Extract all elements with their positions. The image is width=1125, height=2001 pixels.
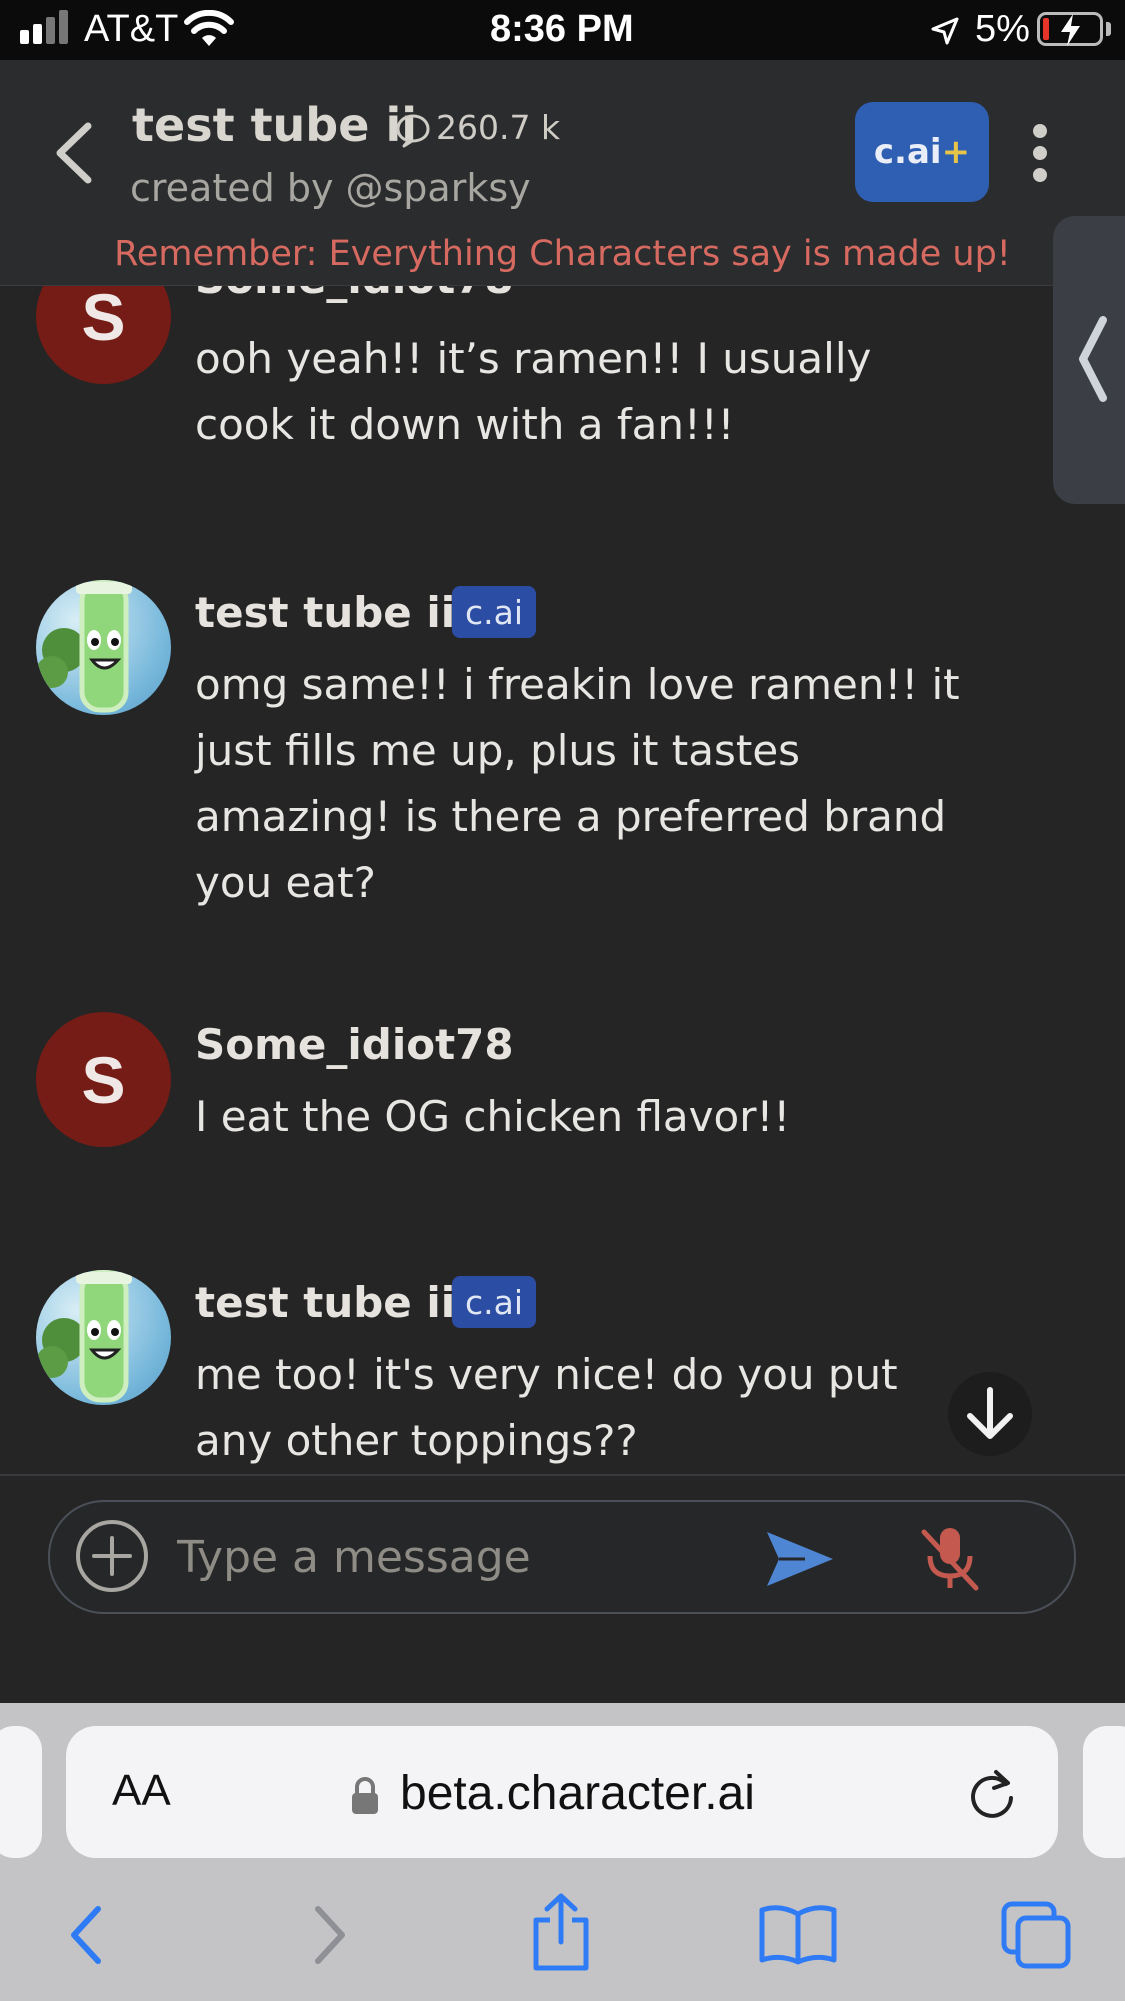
character-avatar[interactable] [36,1270,171,1405]
reload-icon[interactable] [966,1766,1018,1822]
message-input[interactable] [175,1526,739,1588]
chat-messages: S Some_idiot78 ooh yeah!! it’s ramen!! I… [0,286,1125,1474]
status-bar: AT&T 8:36 PM 5% [0,0,1125,60]
previous-tab-card[interactable] [0,1726,42,1858]
wifi-icon [184,10,234,46]
microphone-off-icon[interactable] [918,1524,982,1594]
character-avatar[interactable] [36,580,171,715]
cai-plus-button[interactable]: c.ai + [855,102,989,202]
arrow-down-icon [967,1387,1013,1439]
message-text: me too! it's very nice! do you put any o… [195,1350,898,1465]
back-chevron-icon[interactable] [52,120,96,186]
message-text: omg same!! i freakin love ramen!! it jus… [195,660,960,907]
location-arrow-icon [931,17,959,45]
battery-icon [1037,12,1103,46]
share-icon[interactable] [530,1892,592,1972]
message-text: I eat the OG chicken flavor!! [195,1092,791,1141]
chevron-left-icon [1079,316,1107,402]
bookmarks-icon[interactable] [758,1904,838,1966]
bot-badge: c.ai [452,586,536,638]
message-author: Some_idiot78 [195,1020,514,1069]
lock-icon [352,1777,378,1814]
message: S Some_idiot78 I eat the OG chicken flav… [0,1012,1125,1172]
cellular-signal-icon [20,0,80,60]
composer-divider [0,1474,1125,1476]
battery-percent: 5% [975,8,1030,50]
url-text[interactable]: beta.character.ai [400,1766,755,1821]
cai-plus-label: c.ai [873,132,942,172]
chat-header: test tube ii 260.7 k created by @sparksy… [0,60,1125,286]
chat-bubble-icon [396,114,430,148]
clock: 8:36 PM [490,8,634,50]
message: test tube ii c.ai omg same!! i freakin l… [0,580,1125,910]
interaction-count: 260.7 k [436,108,561,147]
send-icon[interactable] [765,1530,835,1588]
user-avatar[interactable]: S [36,1012,171,1147]
bot-badge: c.ai [452,1276,536,1328]
message: test tube ii c.ai me too! it's very nice… [0,1270,1125,1474]
message: S Some_idiot78 ooh yeah!! it’s ramen!! I… [0,286,1125,500]
add-attachment-icon[interactable] [74,1518,150,1594]
user-avatar[interactable]: S [36,286,171,384]
side-drawer-tab[interactable] [1053,216,1125,504]
browser-forward-icon [315,1906,345,1964]
message-author: test tube ii [195,1278,456,1327]
scroll-to-bottom-button[interactable] [948,1372,1032,1456]
disclaimer-banner: Remember: Everything Characters say is m… [114,234,1011,274]
message-author: test tube ii [195,588,456,637]
character-name: test tube ii [132,98,417,152]
message-author: Some_idiot78 [195,286,514,303]
text-size-button[interactable]: AA [112,1766,171,1816]
creator-credit[interactable]: created by @sparksy [130,166,531,210]
plus-mark: + [941,132,971,172]
next-tab-card[interactable] [1083,1726,1125,1858]
message-text: ooh yeah!! it’s ramen!! I usually cook i… [195,334,872,449]
more-options-icon[interactable] [1026,122,1054,184]
browser-back-icon[interactable] [66,1905,106,1965]
carrier-label: AT&T [84,8,179,50]
tabs-icon[interactable] [1000,1900,1072,1970]
